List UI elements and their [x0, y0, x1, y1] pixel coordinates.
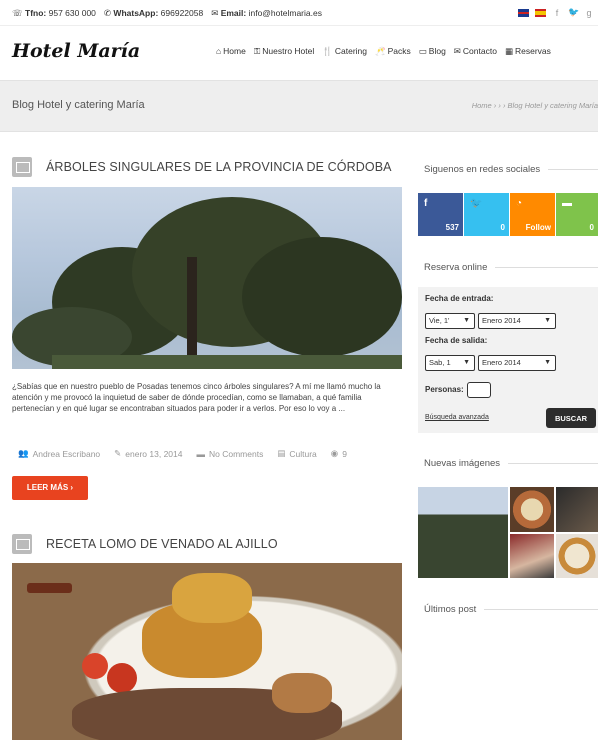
checkin-month-select[interactable]: Enero 2014 ▼ — [478, 313, 556, 329]
page-title-bar: Blog Hotel y catering María Home › › › B… — [0, 80, 598, 132]
chevron-down-icon: ▼ — [544, 317, 551, 324]
nav-home[interactable]: ⌂ Home — [216, 46, 246, 57]
chevron-down-icon: ▼ — [544, 359, 551, 366]
nav-catering[interactable]: 🍴 Catering — [322, 46, 367, 57]
eye-icon: ◉ — [330, 448, 339, 458]
gallery-thumb[interactable] — [510, 534, 554, 578]
gallery-thumb[interactable] — [418, 487, 508, 578]
post-featured-image[interactable] — [12, 563, 402, 740]
post-comments[interactable]: ▬ No Comments — [197, 448, 264, 459]
email-info[interactable]: ✉ Email: info@hotelmaria.es — [211, 8, 322, 19]
new-images-gallery — [418, 487, 598, 578]
chevron-down-icon: ▼ — [463, 359, 470, 366]
post-category[interactable]: ▤ Cultura — [277, 448, 316, 459]
english-flag-icon[interactable] — [518, 8, 529, 17]
nav-nuestro-hotel[interactable]: ⚿ Nuestro Hotel — [254, 46, 314, 57]
phone-info: ☏ Tfno: 957 630 000 — [12, 8, 96, 18]
images-heading: Nuevas imágenes — [424, 458, 598, 469]
nav-packs[interactable]: 🥂 Packs — [375, 46, 411, 57]
twitter-icon[interactable]: 🐦 — [568, 7, 579, 18]
gallery-thumb[interactable] — [556, 487, 598, 532]
folder-icon: ▤ — [277, 448, 286, 458]
post-title[interactable]: ÁRBOLES SINGULARES DE LA PROVINCIA DE CÓ… — [46, 160, 392, 174]
phone-icon: ☏ — [12, 8, 23, 18]
guests-input[interactable] — [467, 382, 491, 398]
gallery-thumb[interactable] — [510, 487, 554, 532]
spanish-flag-icon[interactable] — [535, 8, 546, 17]
booking-form: Fecha de entrada: Vie, 1' ▼ Enero 2014 ▼ F… — [418, 287, 598, 433]
social-heading: Siguenos en redes sociales — [424, 164, 598, 175]
post-excerpt: ¿Sabías que en nuestro pueblo de Posadas… — [12, 382, 381, 413]
nav-reservas[interactable]: ▦ Reservas — [505, 46, 551, 57]
post-header: RECETA LOMO DE VENADO AL AJILLO — [12, 534, 278, 554]
monitor-icon: ▭ — [418, 46, 427, 56]
users-icon: 👥 — [18, 448, 29, 458]
comment-icon: ▬ — [562, 198, 572, 209]
chevron-down-icon: ▼ — [463, 317, 470, 324]
key-icon: ⚿ — [253, 46, 261, 56]
rss-counter[interactable]: ◔ Follow — [510, 193, 555, 236]
post-date: ✎ enero 13, 2014 — [114, 448, 183, 459]
checkin-day-select[interactable]: Vie, 1' ▼ — [425, 313, 475, 329]
advanced-search-link[interactable]: Búsqueda avanzada — [425, 414, 489, 421]
breadcrumb[interactable]: Home › › › Blog Hotel y catering María — [472, 101, 598, 110]
image-format-icon — [12, 534, 32, 554]
post-featured-image[interactable] — [12, 187, 402, 369]
envelope-icon: ✉ — [453, 46, 461, 56]
site-logo[interactable]: Hotel María — [12, 40, 140, 62]
checkout-label: Fecha de salida: — [425, 336, 488, 345]
home-icon: ⌂ — [216, 46, 222, 56]
comments-counter[interactable]: ▬ 0 — [556, 193, 598, 236]
top-contact-bar: ☏ Tfno: 957 630 000 ✆ WhatsApp: 69692205… — [0, 0, 598, 26]
pencil-icon: ✎ — [114, 448, 122, 458]
checkout-month-select[interactable]: Enero 2014 ▼ — [478, 355, 556, 371]
whatsapp-icon: ✆ — [103, 8, 112, 18]
google-plus-icon[interactable]: g — [584, 8, 594, 18]
main-nav: ⌂ Home ⚿ Nuestro Hotel 🍴 Catering 🥂 Packs ▭ B… — [216, 46, 551, 57]
whatsapp-info: ✆ WhatsApp: 696922058 — [103, 8, 204, 18]
checkin-label: Fecha de entrada: — [425, 294, 494, 303]
post-author[interactable]: 👥 Andrea Escribano — [18, 448, 100, 459]
rss-icon: ◔ — [516, 198, 523, 209]
checkout-day-select[interactable]: Sab, 1 ▼ — [425, 355, 475, 371]
nav-blog[interactable]: ▭ Blog — [419, 46, 446, 57]
twitter-icon: 🐦 — [470, 198, 483, 209]
facebook-icon: f — [424, 198, 428, 209]
email-icon: ✉ — [211, 8, 219, 18]
comment-icon: ▬ — [196, 448, 206, 459]
post-header: ÁRBOLES SINGULARES DE LA PROVINCIA DE CÓ… — [12, 157, 392, 177]
glasses-icon: 🥂 — [375, 46, 386, 56]
post-views: ◉ 9 — [330, 448, 347, 459]
page-title: Blog Hotel y catering María — [12, 99, 145, 111]
post-title[interactable]: RECETA LOMO DE VENADO AL AJILLO — [46, 537, 278, 551]
read-more-button[interactable]: LEER MÁS › — [12, 476, 88, 500]
cutlery-icon: 🍴 — [322, 46, 333, 56]
image-format-icon — [12, 157, 32, 177]
latest-posts-heading: Últimos post — [424, 604, 598, 615]
twitter-counter[interactable]: 🐦 0 — [464, 193, 509, 236]
facebook-counter[interactable]: f 537 — [418, 193, 463, 236]
reserva-heading: Reserva online — [424, 262, 598, 273]
post-meta: 👥 Andrea Escribano ✎ enero 13, 2014 ▬ No Co… — [18, 448, 347, 459]
calendar-icon: ▦ — [504, 46, 513, 56]
site-header: Hotel María ⌂ Home ⚿ Nuestro Hotel 🍴 Cateri… — [0, 26, 598, 80]
facebook-icon[interactable]: f — [552, 8, 562, 18]
gallery-thumb[interactable] — [556, 534, 598, 578]
search-button[interactable]: BUSCAR — [546, 408, 596, 428]
guests-label: Personas: — [425, 385, 464, 394]
nav-contacto[interactable]: ✉ Contacto — [454, 46, 497, 57]
